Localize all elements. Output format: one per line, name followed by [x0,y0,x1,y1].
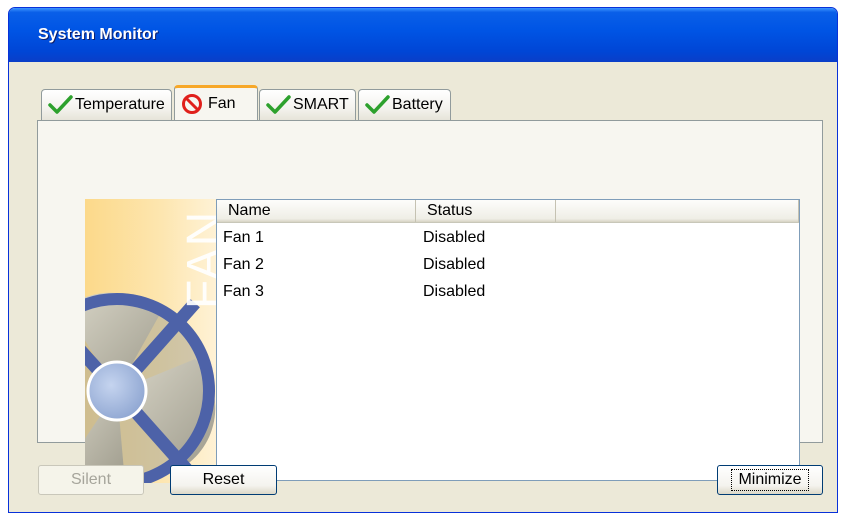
window-client-area: Temperature Fan SMART Battery FAN Name S… [12,62,834,509]
title-bar[interactable]: System Monitor [9,8,837,62]
no-entry-icon [180,93,206,115]
tab-label: Battery [392,96,443,113]
check-icon [364,94,390,116]
fan-status: Disabled [423,256,486,273]
list-row[interactable]: Fan 1 Disabled [217,224,799,251]
list-row[interactable]: Fan 2 Disabled [217,251,799,278]
list-row[interactable]: Fan 3 Disabled [217,278,799,305]
fan-status: Disabled [423,283,486,300]
minimize-button[interactable]: Minimize [717,465,823,495]
fan-list[interactable]: Name Status Fan 1 Disabled Fan 2 Disable… [216,199,800,481]
tab-temperature[interactable]: Temperature [41,89,172,120]
check-icon [265,94,291,116]
fan-name: Fan 1 [223,229,264,246]
check-icon [47,94,73,116]
system-monitor-window: System Monitor Temperature Fan SMART Bat… [8,7,838,513]
list-header: Name Status [217,200,799,223]
fan-status: Disabled [423,229,486,246]
fan-image: FAN [85,199,225,483]
column-header-empty[interactable] [556,200,799,222]
tab-battery[interactable]: Battery [358,89,451,120]
column-header-status[interactable]: Status [416,200,556,222]
fan-name: Fan 2 [223,256,264,273]
tab-label: SMART [293,96,349,113]
tab-fan[interactable]: Fan [174,85,258,120]
minimize-label: Minimize [731,469,809,491]
tab-smart[interactable]: SMART [259,89,356,120]
silent-button[interactable]: Silent [38,465,144,495]
reset-button[interactable]: Reset [170,465,277,495]
tab-panel-fan: FAN Name Status Fan 1 Disabled Fan 2 Dis… [37,120,823,483]
window-title: System Monitor [38,26,159,43]
tab-label: Temperature [75,96,165,113]
tab-label: Fan [208,95,236,112]
fan-name: Fan 3 [223,283,264,300]
column-header-name[interactable]: Name [217,200,416,222]
